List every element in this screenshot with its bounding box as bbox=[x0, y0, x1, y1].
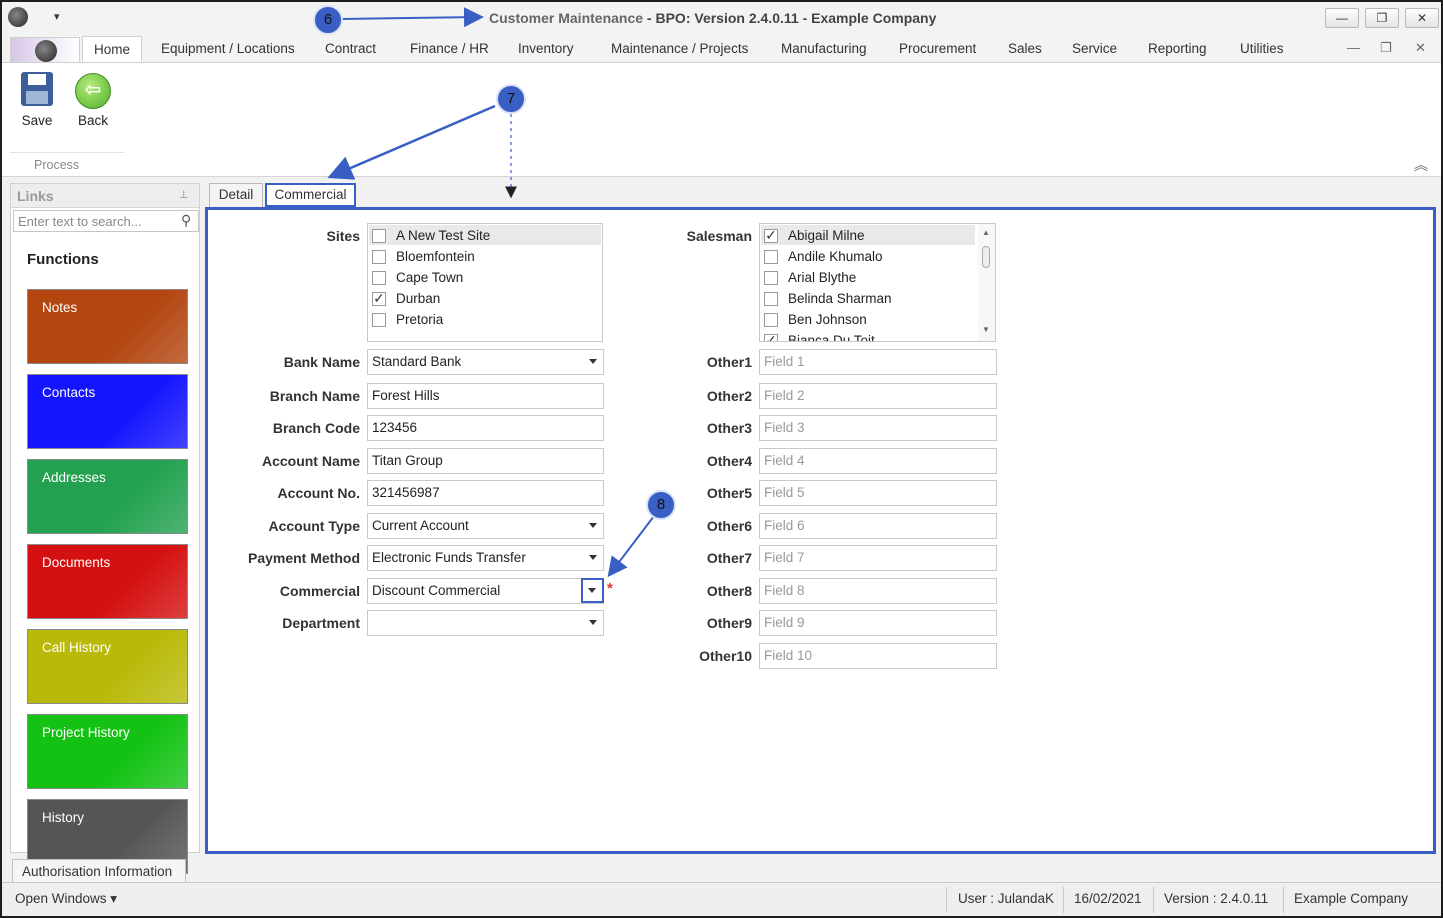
callout-arrow bbox=[341, 7, 484, 28]
application-window: ▾ Customer Maintenance - BPO: Version 2.… bbox=[0, 0, 1443, 918]
annotation-overlay bbox=[327, 7, 655, 578]
callout-arrow bbox=[607, 515, 655, 578]
callout-badge: 7 bbox=[496, 84, 526, 114]
callout-badge: 6 bbox=[313, 5, 343, 35]
callout-arrow bbox=[327, 104, 496, 180]
callout-badge: 8 bbox=[646, 490, 676, 520]
